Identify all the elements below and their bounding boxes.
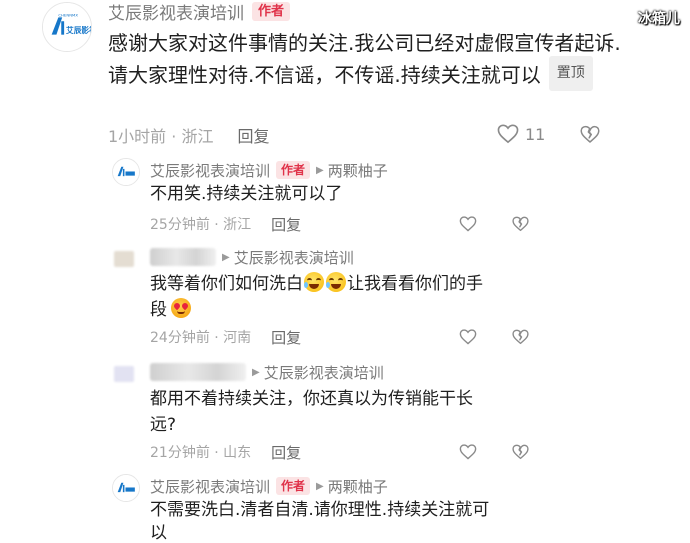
reply-to-name[interactable]: 艾辰影视表演培训 xyxy=(264,362,384,383)
avatar[interactable] xyxy=(112,474,140,502)
avatar[interactable] xyxy=(114,251,134,267)
author-name[interactable] xyxy=(150,363,246,381)
heart-icon xyxy=(459,444,477,460)
watermark: 冰箱儿 xyxy=(638,11,680,27)
avatar[interactable]: CHENNMX 艾辰影视 xyxy=(42,2,92,52)
author-name[interactable] xyxy=(150,248,216,266)
broken-heart-icon xyxy=(580,125,600,143)
svg-text:艾辰影视: 艾辰影视 xyxy=(66,25,91,35)
avatar[interactable] xyxy=(112,158,140,186)
comment-body-part: 我等着你们如何洗白 xyxy=(150,274,303,294)
aichen-logo-icon xyxy=(113,159,139,185)
reply-arrow-icon: ▶ xyxy=(316,480,324,492)
reply-to-name[interactable]: 艾辰影视表演培训 xyxy=(234,247,354,268)
timestamp-location: 1小时前 · 浙江 xyxy=(108,127,214,146)
comment-meta: 1小时前 · 浙江 回复 xyxy=(108,124,269,146)
reply-button[interactable]: 回复 xyxy=(237,123,269,147)
heart-icon xyxy=(459,329,477,345)
author-name[interactable]: 艾辰影视表演培训 xyxy=(150,476,270,497)
aichen-logo-icon xyxy=(113,475,139,501)
heart-eyes-emoji-icon xyxy=(171,298,191,318)
dislike-button[interactable] xyxy=(512,444,529,460)
comment-header: ▶ 艾辰影视表演培训 xyxy=(150,362,384,382)
dislike-button[interactable] xyxy=(580,125,600,144)
comment-meta: 24分钟前 · 河南 回复 xyxy=(150,327,301,347)
reply-arrow-icon: ▶ xyxy=(222,251,230,263)
reply-arrow-icon: ▶ xyxy=(316,164,324,176)
comment-text: 感谢大家对这件事情的关注.我公司已经对虚假宣传者起诉.请大家理性对待.不信谣，不… xyxy=(108,28,638,94)
comment-text: 我等着你们如何洗白 让我看看你们的手段 xyxy=(150,271,530,323)
like-button[interactable] xyxy=(459,216,477,232)
heart-icon xyxy=(497,124,519,144)
heart-icon xyxy=(459,216,477,232)
comment-header: 艾辰影视表演培训 作者 xyxy=(108,0,291,24)
pinned-badge: 置顶 xyxy=(548,56,593,91)
reply-button[interactable]: 回复 xyxy=(271,214,301,235)
like-button[interactable] xyxy=(459,329,477,345)
timestamp-location: 21分钟前 · 山东 xyxy=(150,445,252,461)
reply-arrow-icon: ▶ xyxy=(252,366,260,378)
comment-header: ▶ 艾辰影视表演培训 xyxy=(150,247,354,267)
broken-heart-icon xyxy=(512,444,529,460)
aichen-logo-icon: CHENNMX 艾辰影视 xyxy=(43,3,91,51)
comment-text: 都用不着持续关注，你还真以为传销能干长 远? xyxy=(150,386,473,438)
timestamp-location: 25分钟前 · 浙江 xyxy=(150,217,252,233)
author-badge: 作者 xyxy=(276,161,311,179)
laugh-cry-emoji-icon xyxy=(304,272,324,292)
comment-meta: 25分钟前 · 浙江 回复 xyxy=(150,214,301,234)
svg-text:CHENNMX: CHENNMX xyxy=(58,12,78,17)
like-button[interactable] xyxy=(459,444,477,460)
avatar[interactable] xyxy=(114,366,134,382)
comment-body-part: 段 xyxy=(150,300,167,320)
dislike-button[interactable] xyxy=(512,216,529,232)
broken-heart-icon xyxy=(512,216,529,232)
like-button[interactable]: 11 xyxy=(497,124,545,144)
reply-to-name[interactable]: 两颗柚子 xyxy=(328,476,388,497)
comment-header: 艾辰影视表演培训 作者 ▶ 两颗柚子 xyxy=(150,160,388,180)
comment-header: 艾辰影视表演培训 作者 ▶ 两颗柚子 xyxy=(150,476,388,496)
author-name[interactable]: 艾辰影视表演培训 xyxy=(108,0,244,24)
comment-body-part: 让我看看你们的手 xyxy=(347,274,483,294)
comment-body: 感谢大家对这件事情的关注.我公司已经对虚假宣传者起诉.请大家理性对待.不信谣，不… xyxy=(108,31,621,87)
laugh-cry-emoji-icon xyxy=(326,272,346,292)
dislike-button[interactable] xyxy=(512,329,529,345)
comment-body-part: 都用不着持续关注，你还真以为传销能干长 xyxy=(150,389,473,409)
broken-heart-icon xyxy=(512,329,529,345)
reply-button[interactable]: 回复 xyxy=(271,442,301,463)
reply-button[interactable]: 回复 xyxy=(271,327,301,348)
comment-body-part: 以 xyxy=(150,523,167,543)
comment-body-part: 远? xyxy=(150,415,177,435)
like-count: 11 xyxy=(525,124,546,144)
author-badge: 作者 xyxy=(252,1,291,21)
author-name[interactable]: 艾辰影视表演培训 xyxy=(150,160,270,181)
comment-text: 不用笑.持续关注就可以了 xyxy=(150,184,343,204)
comment-meta: 21分钟前 · 山东 回复 xyxy=(150,442,301,462)
author-badge: 作者 xyxy=(276,477,311,495)
comment-text: 不需要洗白.清者自清.请你理性.持续关注就可以 xyxy=(150,499,489,543)
timestamp-location: 24分钟前 · 河南 xyxy=(150,330,252,346)
comment-body-part: 不需要洗白.清者自清.请你理性.持续关注就可 xyxy=(150,500,490,520)
reply-to-name[interactable]: 两颗柚子 xyxy=(328,160,388,181)
